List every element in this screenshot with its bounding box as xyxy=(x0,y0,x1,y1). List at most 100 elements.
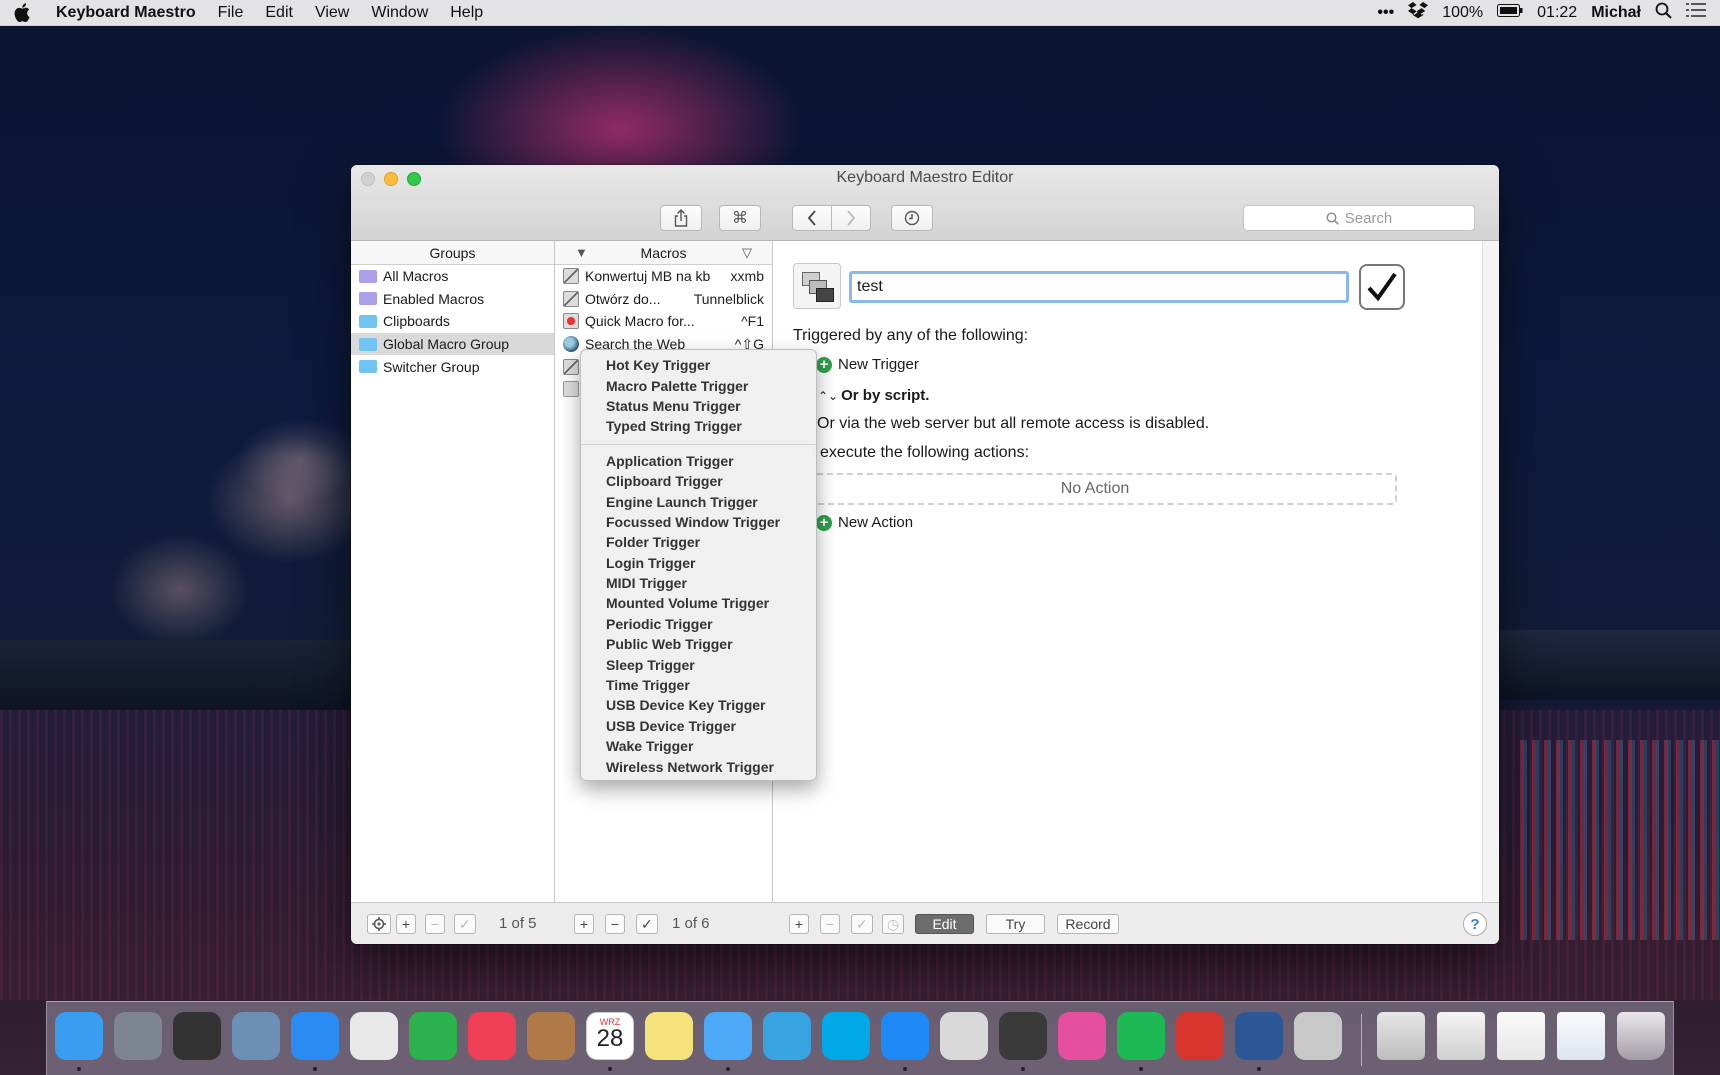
edit-button[interactable]: Edit xyxy=(915,914,974,934)
remove-group-button[interactable]: − xyxy=(425,914,445,934)
menu-item-midi-trigger[interactable]: MIDI Trigger xyxy=(581,573,816,593)
try-button[interactable]: Try xyxy=(986,914,1045,934)
feedly-icon[interactable] xyxy=(409,1012,457,1060)
user-name[interactable]: Michał xyxy=(1591,4,1641,22)
menu-app-name[interactable]: Keyboard Maestro xyxy=(56,4,196,22)
macro-name-field[interactable]: test xyxy=(849,271,1349,303)
battery-icon[interactable] xyxy=(1497,3,1523,22)
menu-item-periodic-trigger[interactable]: Periodic Trigger xyxy=(581,614,816,634)
menu-item-hot-key-trigger[interactable]: Hot Key Trigger xyxy=(581,355,816,375)
remove-action-button[interactable]: − xyxy=(820,914,840,934)
messages-icon[interactable] xyxy=(704,1012,752,1060)
finder-icon[interactable] xyxy=(55,1012,103,1060)
contacts-icon[interactable] xyxy=(527,1012,575,1060)
launchpad-icon[interactable] xyxy=(114,1012,162,1060)
menu-item-login-trigger[interactable]: Login Trigger xyxy=(581,553,816,573)
command-button[interactable]: ⌘ xyxy=(719,205,761,231)
minimized-window-icon[interactable] xyxy=(1497,1012,1545,1060)
menu-item-application-trigger[interactable]: Application Trigger xyxy=(581,451,816,471)
group-row-global-macro-group[interactable]: Global Macro Group xyxy=(351,332,554,356)
macro-row[interactable]: Quick Macro for... ^F1 xyxy=(555,310,772,333)
spotlight-search-icon[interactable] xyxy=(1655,2,1672,24)
macro-icon-well[interactable] xyxy=(793,263,841,309)
menu-view[interactable]: View xyxy=(315,4,349,22)
editor-scrollbar[interactable] xyxy=(1482,241,1499,902)
keyboard-maestro-icon[interactable] xyxy=(1294,1012,1342,1060)
menu-file[interactable]: File xyxy=(218,4,244,22)
transmission-icon[interactable] xyxy=(1176,1012,1224,1060)
menu-item-typed-string-trigger[interactable]: Typed String Trigger xyxy=(581,416,816,436)
group-row-enabled-macros[interactable]: Enabled Macros xyxy=(351,288,554,311)
spotify-icon[interactable] xyxy=(1117,1012,1165,1060)
photo-booth-icon[interactable] xyxy=(173,1012,221,1060)
menu-edit[interactable]: Edit xyxy=(265,4,293,22)
group-settings-button[interactable] xyxy=(367,914,391,934)
macro-enabled-checkbox[interactable] xyxy=(1359,264,1405,310)
search-field[interactable]: Search xyxy=(1243,205,1475,231)
skype-icon[interactable] xyxy=(822,1012,870,1060)
menu-item-folder-trigger[interactable]: Folder Trigger xyxy=(581,532,816,552)
macros-header[interactable]: ▼ Macros ▽ xyxy=(555,241,772,265)
menu-window[interactable]: Window xyxy=(371,4,428,22)
more-status-icon[interactable]: ••• xyxy=(1377,4,1394,22)
dropbox-icon[interactable] xyxy=(1408,1,1429,24)
script-trigger-selector[interactable]: ⌃⌄ Or by script. xyxy=(818,387,929,404)
add-group-button[interactable]: + xyxy=(396,914,416,934)
menu-item-clipboard-trigger[interactable]: Clipboard Trigger xyxy=(581,471,816,491)
filter-triangle-icon[interactable]: ▽ xyxy=(742,245,752,261)
new-action-button[interactable]: + New Action xyxy=(816,514,913,531)
history-button[interactable] xyxy=(891,205,933,231)
menu-item-sleep-trigger[interactable]: Sleep Trigger xyxy=(581,654,816,674)
downloads-stack-icon[interactable] xyxy=(1377,1012,1425,1060)
messenger-icon[interactable] xyxy=(881,1012,929,1060)
group-row-switcher-group[interactable]: Switcher Group xyxy=(351,355,554,378)
menu-item-focussed-window-trigger[interactable]: Focussed Window Trigger xyxy=(581,512,816,532)
help-button[interactable]: ? xyxy=(1463,912,1487,936)
trash-icon[interactable] xyxy=(1617,1012,1665,1060)
word-icon[interactable] xyxy=(1235,1012,1283,1060)
minimized-window-icon[interactable] xyxy=(1557,1012,1605,1060)
enable-macro-button[interactable]: ✓ xyxy=(636,914,658,934)
menu-item-wake-trigger[interactable]: Wake Trigger xyxy=(581,736,816,756)
calendar-icon[interactable]: WRZ 28 xyxy=(586,1012,634,1060)
groups-header[interactable]: Groups xyxy=(351,241,554,265)
documents-stack-icon[interactable] xyxy=(1437,1012,1485,1060)
itunes-icon[interactable] xyxy=(1058,1012,1106,1060)
group-row-clipboards[interactable]: Clipboards xyxy=(351,310,554,333)
preview-app-icon[interactable] xyxy=(940,1012,988,1060)
safari-icon[interactable] xyxy=(291,1012,339,1060)
menu-item-usb-device-key-trigger[interactable]: USB Device Key Trigger xyxy=(581,695,816,715)
macro-row[interactable]: Otwórz do... Tunnelblick xyxy=(555,288,772,311)
menu-item-engine-launch-trigger[interactable]: Engine Launch Trigger xyxy=(581,491,816,511)
notification-center-icon[interactable] xyxy=(1686,2,1706,23)
action-timer-button[interactable]: ◷ xyxy=(882,914,905,934)
group-row-all-macros[interactable]: All Macros xyxy=(351,265,554,288)
remove-macro-button[interactable]: − xyxy=(605,914,625,934)
chrome-icon[interactable] xyxy=(350,1012,398,1060)
record-button[interactable]: Record xyxy=(1057,914,1119,934)
forward-button[interactable] xyxy=(831,205,871,231)
menu-item-usb-device-trigger[interactable]: USB Device Trigger xyxy=(581,716,816,736)
clock[interactable]: 01:22 xyxy=(1537,4,1577,22)
telegram-icon[interactable] xyxy=(763,1012,811,1060)
pocket-icon[interactable] xyxy=(468,1012,516,1060)
apple-menu-icon[interactable] xyxy=(14,3,32,23)
menu-help[interactable]: Help xyxy=(450,4,483,22)
menu-item-public-web-trigger[interactable]: Public Web Trigger xyxy=(581,634,816,654)
share-button[interactable] xyxy=(660,205,702,231)
macro-row[interactable]: Konwertuj MB na kb xxmb xyxy=(555,265,772,288)
add-macro-button[interactable]: + xyxy=(574,914,594,934)
no-action-placeholder[interactable]: No Action xyxy=(793,473,1397,505)
sort-triangle-icon[interactable]: ▼ xyxy=(575,245,588,260)
menu-item-macro-palette-trigger[interactable]: Macro Palette Trigger xyxy=(581,375,816,395)
enable-action-button[interactable]: ✓ xyxy=(851,914,873,934)
notes-icon[interactable] xyxy=(645,1012,693,1060)
evernote-icon[interactable] xyxy=(999,1012,1047,1060)
add-action-button[interactable]: + xyxy=(789,914,809,934)
back-button[interactable] xyxy=(792,205,832,231)
enable-group-button[interactable]: ✓ xyxy=(454,914,476,934)
new-trigger-button[interactable]: + New Trigger xyxy=(816,356,919,373)
menu-item-status-menu-trigger[interactable]: Status Menu Trigger xyxy=(581,396,816,416)
preview-icon[interactable] xyxy=(232,1012,280,1060)
menu-item-time-trigger[interactable]: Time Trigger xyxy=(581,675,816,695)
